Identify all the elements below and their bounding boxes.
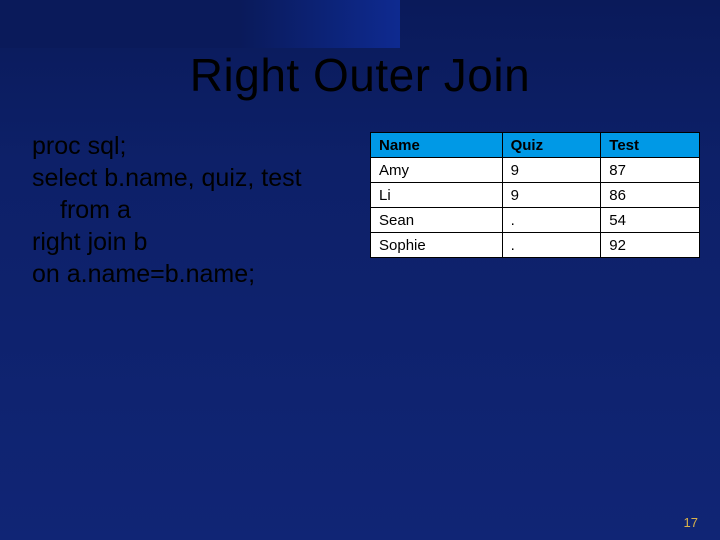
cell-test: 92	[601, 233, 700, 258]
result-table: Name Quiz Test Amy 9 87 Li 9 86 Sean	[370, 132, 700, 258]
code-line-3: from a	[32, 194, 362, 226]
table-row: Li 9 86	[371, 183, 700, 208]
col-header-name: Name	[371, 133, 503, 158]
cell-name: Li	[371, 183, 503, 208]
table: Name Quiz Test Amy 9 87 Li 9 86 Sean	[370, 132, 700, 258]
table-row: Sophie . 92	[371, 233, 700, 258]
cell-name: Amy	[371, 158, 503, 183]
cell-quiz: 9	[502, 158, 601, 183]
cell-quiz: 9	[502, 183, 601, 208]
cell-quiz: .	[502, 208, 601, 233]
cell-name: Sophie	[371, 233, 503, 258]
title-bar-accent	[0, 0, 400, 48]
cell-test: 54	[601, 208, 700, 233]
code-line-2: select b.name, quiz, test	[32, 162, 362, 194]
cell-name: Sean	[371, 208, 503, 233]
col-header-quiz: Quiz	[502, 133, 601, 158]
cell-test: 86	[601, 183, 700, 208]
table-row: Amy 9 87	[371, 158, 700, 183]
cell-quiz: .	[502, 233, 601, 258]
cell-test: 87	[601, 158, 700, 183]
table-row: Sean . 54	[371, 208, 700, 233]
slide: Right Outer Join proc sql; select b.name…	[0, 0, 720, 540]
page-number: 17	[684, 515, 698, 530]
code-line-1: proc sql;	[32, 130, 362, 162]
slide-title: Right Outer Join	[0, 48, 720, 102]
code-line-4: right join b	[32, 226, 362, 258]
col-header-test: Test	[601, 133, 700, 158]
table-header-row: Name Quiz Test	[371, 133, 700, 158]
code-line-5: on a.name=b.name;	[32, 258, 362, 290]
code-block: proc sql; select b.name, quiz, test from…	[32, 130, 362, 290]
